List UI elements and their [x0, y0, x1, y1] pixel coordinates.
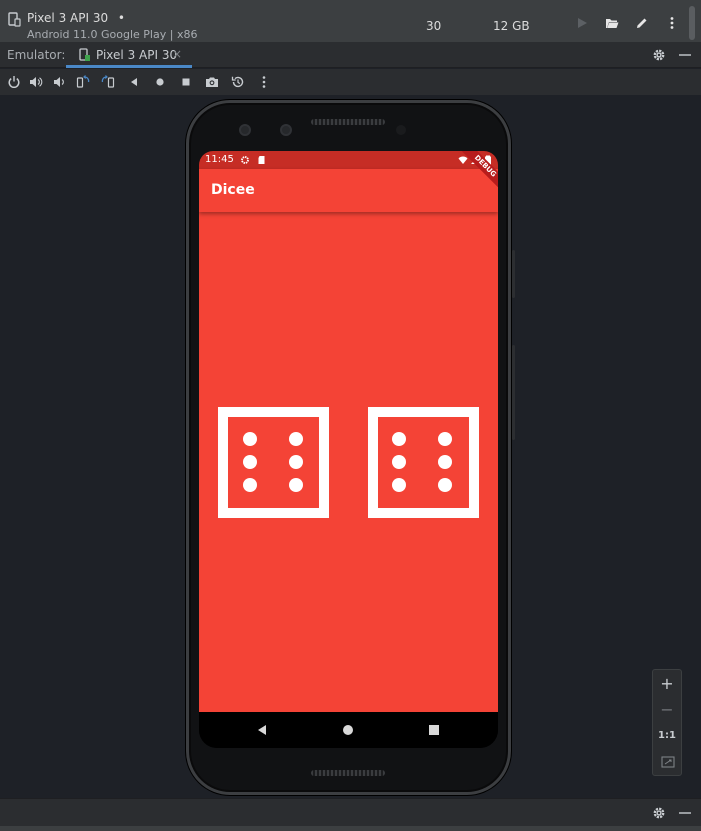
bottom-tool-bar — [0, 798, 701, 826]
phone-volume-rocker — [512, 345, 515, 440]
tab-pixel-3-api-30[interactable]: Pixel 3 API 30 × — [66, 42, 192, 68]
emulator-label: Emulator: — [7, 48, 66, 62]
left-dice-button[interactable] — [218, 407, 329, 518]
device-header: Pixel 3 API 30 • Android 11.0 Google Pla… — [0, 0, 701, 42]
rotate-left-icon[interactable] — [76, 75, 90, 89]
dice-pips — [243, 432, 303, 492]
gear-icon[interactable] — [652, 48, 666, 62]
android-status-bar: 11:45 — [199, 151, 498, 169]
snapshot-icon[interactable] — [231, 75, 245, 89]
emulator-tab-bar: Emulator: Pixel 3 API 30 × — [0, 42, 701, 68]
rotate-right-icon[interactable] — [101, 75, 115, 89]
android-nav-bar — [199, 712, 498, 748]
more-icon[interactable] — [257, 75, 271, 89]
front-camera-left — [239, 124, 251, 136]
power-icon[interactable] — [7, 75, 21, 89]
tab-close-icon[interactable]: × — [172, 47, 182, 61]
gear-icon[interactable] — [652, 806, 666, 820]
settings-notification-icon — [241, 156, 249, 164]
back-icon[interactable] — [127, 75, 141, 89]
nav-recents-icon[interactable] — [428, 724, 440, 736]
storage-size: 12 GB — [493, 19, 530, 33]
app-title: Dicee — [211, 182, 255, 198]
run-icon[interactable] — [575, 16, 589, 30]
zoom-out-button[interactable]: − — [653, 700, 681, 719]
folder-open-icon[interactable] — [605, 16, 619, 30]
app-bar: Dicee — [199, 169, 498, 212]
phone-screen[interactable]: 11:45 DEBUG Dicee — [199, 151, 498, 748]
running-dot: • — [117, 11, 125, 25]
more-vert-icon[interactable] — [665, 16, 679, 30]
minimize-icon[interactable] — [678, 48, 692, 62]
overview-icon[interactable] — [179, 75, 193, 89]
header-scrollbar[interactable] — [689, 6, 695, 40]
right-dice-button[interactable] — [368, 407, 479, 518]
api-level: 30 — [426, 19, 442, 33]
edit-icon[interactable] — [635, 16, 649, 30]
tab-label: Pixel 3 API 30 — [96, 48, 178, 62]
volume-up-icon[interactable] — [29, 75, 43, 89]
sd-card-icon — [258, 156, 265, 164]
emulator-toolbar — [0, 69, 701, 95]
front-camera-right — [280, 124, 292, 136]
device-icon — [8, 12, 21, 27]
zoom-controls: + − 1:1 — [652, 669, 682, 776]
screenshot-icon[interactable] — [205, 75, 219, 89]
zoom-1-to-1-button[interactable]: 1:1 — [653, 730, 681, 741]
device-title: Pixel 3 API 30 • — [27, 11, 125, 25]
status-time: 11:45 — [205, 154, 234, 165]
nav-home-icon[interactable] — [342, 724, 354, 736]
dice-body — [199, 212, 498, 712]
nav-back-icon[interactable] — [256, 724, 268, 736]
zoom-in-button[interactable]: + — [653, 674, 681, 693]
home-icon[interactable] — [153, 75, 167, 89]
minimize-icon[interactable] — [678, 806, 692, 820]
volume-down-icon[interactable] — [52, 75, 66, 89]
phone-side-button — [512, 250, 515, 298]
dice-pips — [392, 432, 452, 492]
fit-screen-icon[interactable] — [660, 754, 676, 770]
bottom-speaker — [311, 770, 385, 776]
proximity-sensor — [396, 125, 406, 135]
device-tab-icon — [79, 48, 90, 61]
device-subtitle: Android 11.0 Google Play | x86 — [27, 28, 198, 41]
earpiece-speaker — [311, 119, 385, 125]
status-strip — [0, 826, 701, 831]
